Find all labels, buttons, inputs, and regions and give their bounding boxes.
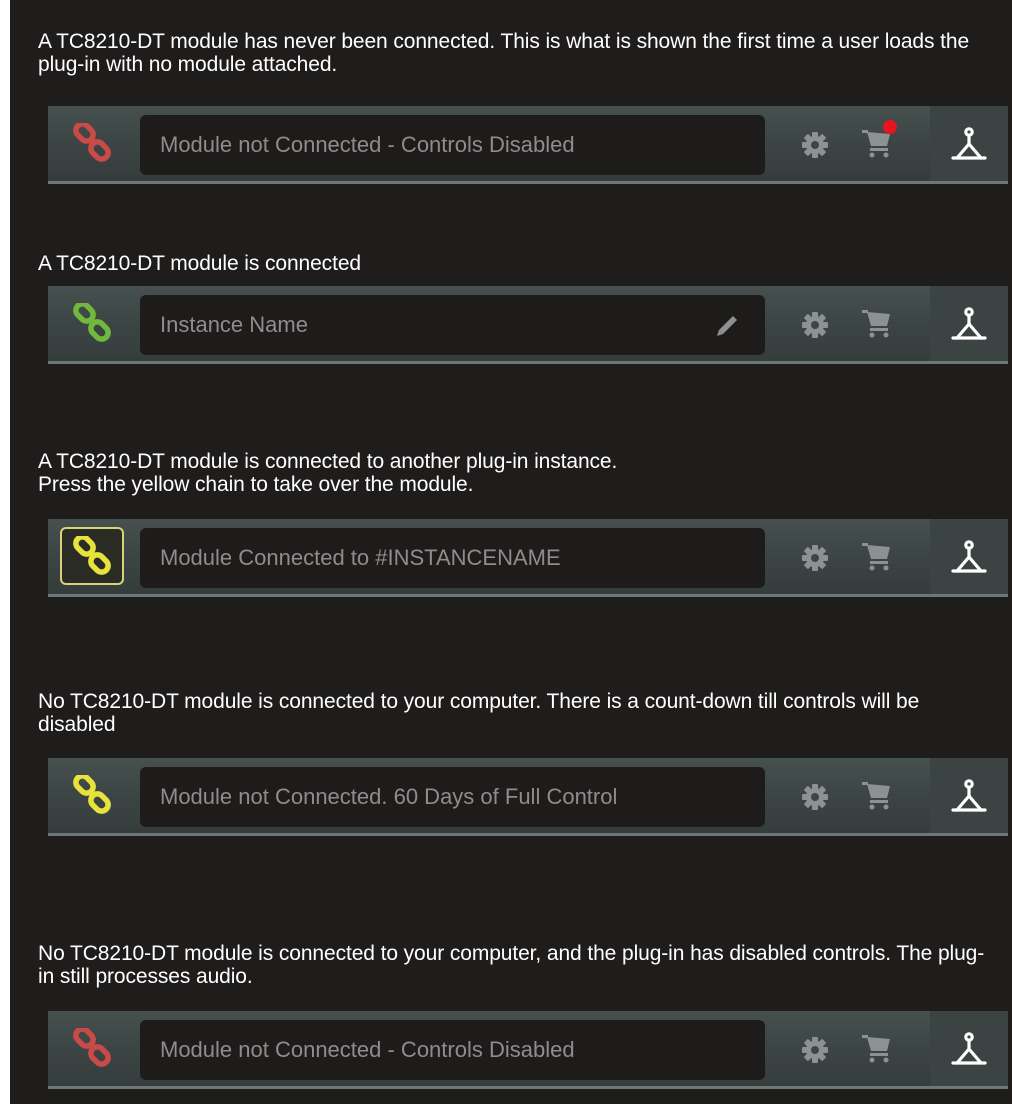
row-2-description: A TC8210-DT module is connected [38,252,361,275]
logo-icon [951,126,987,160]
row-5-status-field[interactable]: Module not Connected - Controls Disabled [140,1020,765,1080]
cart-icon[interactable] [860,306,894,340]
row-2-chain-button[interactable] [60,294,124,352]
cart-notification-dot [883,120,897,134]
row-3-description: A TC8210-DT module is connected to anoth… [38,450,618,496]
logo-button[interactable] [930,286,1008,361]
row-1-status-field[interactable]: Module not Connected - Controls Disabled [140,115,765,175]
chain-link-icon [73,1028,111,1067]
row-3-description-block: A TC8210-DT module is connected to anoth… [38,450,998,496]
row-1-description-block: A TC8210-DT module has never been connec… [38,30,998,76]
row-5-chain-button[interactable] [60,1019,124,1077]
row-3-chain-takeover-button[interactable] [60,527,124,585]
row-2-description-block: A TC8210-DT module is connected [38,252,998,275]
logo-button[interactable] [930,106,1008,181]
logo-icon [951,539,987,573]
row-1-status-text: Module not Connected - Controls Disabled [160,132,575,157]
logo-button[interactable] [930,519,1008,594]
logo-button[interactable] [930,1011,1008,1086]
row-3-status-field[interactable]: Module Connected to #INSTANCENAME [140,528,765,588]
row-4-status-text: Module not Connected. 60 Days of Full Co… [160,784,618,809]
row-5-description-block: No TC8210-DT module is connected to your… [38,942,998,988]
logo-icon [951,1031,987,1065]
chain-link-icon [73,536,111,575]
row-4-toolbar: Module not Connected. 60 Days of Full Co… [48,758,1008,836]
row-2-status-text: Instance Name [160,312,308,337]
row-1-chain-button[interactable] [60,114,124,172]
chain-link-icon [73,123,111,162]
chain-link-icon [73,303,111,342]
gear-icon[interactable] [800,782,830,812]
gear-icon[interactable] [800,543,830,573]
row-2-toolbar: Instance Name [48,286,1008,364]
row-5-status-text: Module not Connected - Controls Disabled [160,1037,575,1062]
gear-icon[interactable] [800,1035,830,1065]
cart-icon[interactable] [860,778,894,812]
gear-icon[interactable] [800,310,830,340]
row-1-toolbar: Module not Connected - Controls Disabled [48,106,1008,184]
row-5-toolbar: Module not Connected - Controls Disabled [48,1011,1008,1089]
status-examples-panel: A TC8210-DT module has never been connec… [10,0,1012,1104]
logo-icon [951,778,987,812]
row-3-toolbar: Module Connected to #INSTANCENAME [48,519,1008,597]
pencil-icon[interactable] [713,310,743,340]
cart-icon[interactable] [860,539,894,573]
row-4-status-field[interactable]: Module not Connected. 60 Days of Full Co… [140,767,765,827]
row-2-instance-name-field[interactable]: Instance Name [140,295,765,355]
chain-link-icon [73,775,111,814]
row-4-description-block: No TC8210-DT module is connected to your… [38,690,998,736]
logo-icon [951,306,987,340]
row-4-description: No TC8210-DT module is connected to your… [38,690,920,736]
gear-icon[interactable] [800,130,830,160]
row-5-description: No TC8210-DT module is connected to your… [38,942,985,988]
cart-icon[interactable] [860,1031,894,1065]
row-3-status-text: Module Connected to #INSTANCENAME [160,545,561,570]
row-4-chain-button[interactable] [60,766,124,824]
logo-button[interactable] [930,758,1008,833]
row-1-description: A TC8210-DT module has never been connec… [38,30,970,76]
